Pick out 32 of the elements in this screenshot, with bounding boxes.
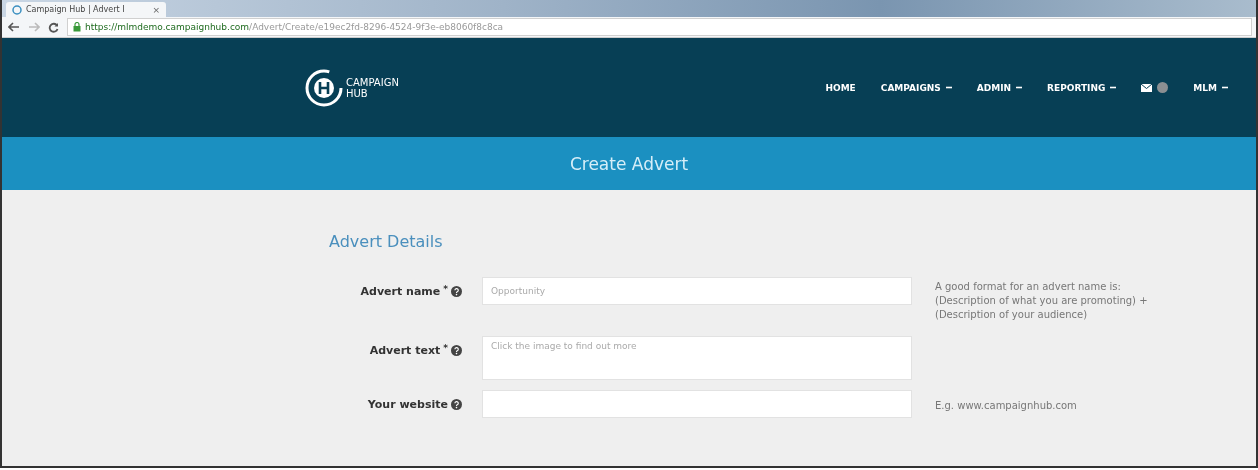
- page-title: Create Advert: [569, 153, 689, 174]
- input-field[interactable]: [482, 390, 912, 418]
- address-bar[interactable]: https://mlmdemo.campaignhub.com/Advert/Create/e19ec2fd-8296-4524-9f3e-eb8060f8c8ca: [67, 18, 1252, 36]
- field-label: Advert name: [360, 284, 441, 298]
- section-title: Advert Details: [329, 232, 444, 251]
- hint-text: E.g. www.campaignhub.com: [935, 399, 1077, 413]
- help-icon[interactable]: [451, 285, 462, 297]
- reload-icon[interactable]: [48, 21, 59, 33]
- text-area[interactable]: Click the image to find out more: [482, 336, 912, 380]
- browser-tab[interactable]: Campaign Hub | Advert I ×: [6, 2, 166, 17]
- close-icon[interactable]: ×: [152, 4, 160, 15]
- nav-link[interactable]: ADMIN: [976, 82, 1023, 93]
- nav-link[interactable]: REPORTING: [1047, 82, 1117, 93]
- back-arrow-icon[interactable]: [8, 22, 20, 32]
- envelope-icon: [1141, 83, 1153, 92]
- hint-text: A good format for an advert name is: (Description of what you are promoting) + (Description of your audience): [935, 280, 1148, 322]
- logo-text[interactable]: CAMPAIGN HUB: [346, 76, 399, 99]
- nav-link[interactable]: HOME: [825, 82, 856, 93]
- input-field[interactable]: Opportunity: [482, 277, 912, 305]
- lock-icon: [73, 22, 81, 32]
- help-icon[interactable]: [451, 398, 462, 410]
- field-label: Your website: [367, 397, 448, 411]
- messages-button[interactable]: [1141, 82, 1169, 93]
- count-badge: [1157, 82, 1169, 93]
- nav-link[interactable]: MLM: [1193, 82, 1228, 93]
- nav-link[interactable]: CAMPAIGNS: [880, 82, 952, 93]
- required-mark: *: [443, 284, 448, 294]
- required-mark: *: [443, 343, 448, 353]
- logo-icon[interactable]: [304, 67, 344, 108]
- favicon-icon: [12, 4, 22, 15]
- help-icon[interactable]: [451, 344, 462, 356]
- field-label: Advert text: [369, 343, 441, 357]
